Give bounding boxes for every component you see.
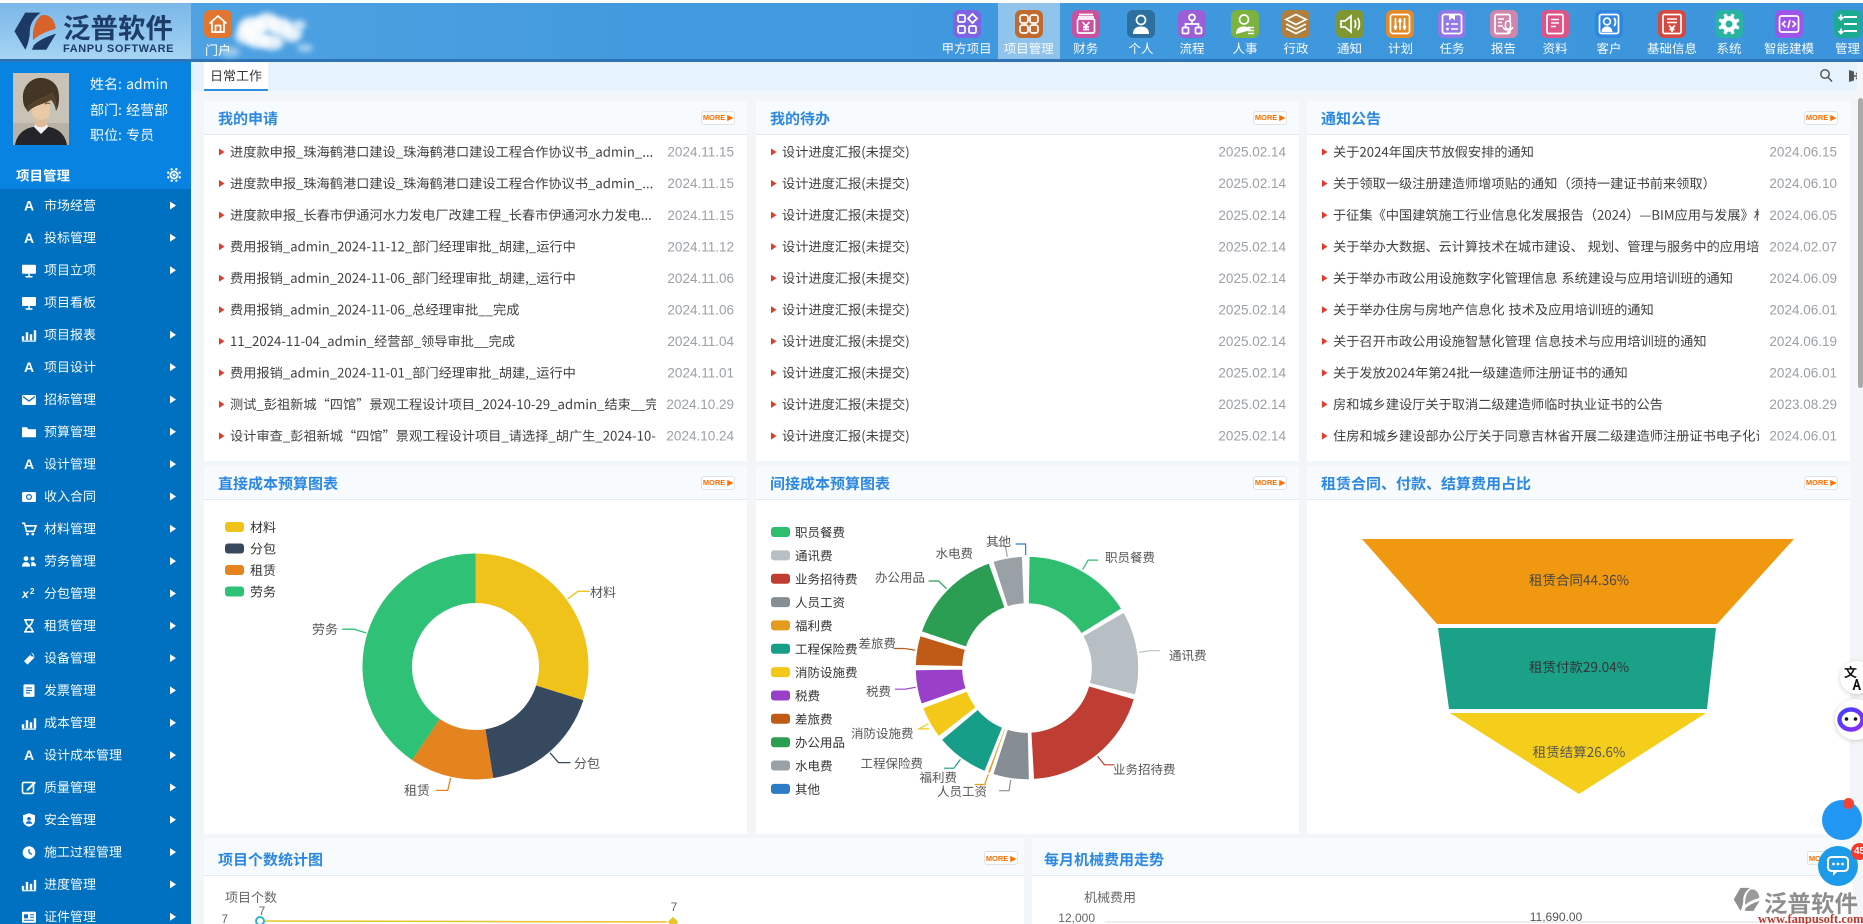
svg-text:7: 7: [259, 904, 266, 918]
svg-text:2024.02.07: 2024.02.07: [1769, 239, 1837, 254]
svg-text:2025.02.14: 2025.02.14: [1218, 208, 1286, 223]
svg-text:12,000: 12,000: [1058, 911, 1095, 924]
svg-text:A: A: [24, 359, 34, 375]
svg-text:2025.02.14: 2025.02.14: [1218, 145, 1286, 160]
svg-text:A: A: [24, 198, 34, 214]
svg-text:2025.02.14: 2025.02.14: [1218, 397, 1286, 412]
svg-text:2024.11.06: 2024.11.06: [667, 302, 734, 317]
svg-text:2024.06.10: 2024.06.10: [1769, 176, 1837, 191]
svg-text:7: 7: [221, 912, 228, 924]
svg-text:2024.06.01: 2024.06.01: [1769, 429, 1837, 444]
svg-text:2024.06.19: 2024.06.19: [1769, 334, 1837, 349]
svg-text:2025.02.14: 2025.02.14: [1218, 271, 1286, 286]
svg-text:2024.10.29: 2024.10.29: [666, 397, 734, 412]
svg-text:2025.02.14: 2025.02.14: [1218, 176, 1286, 191]
svg-text:2024.06.09: 2024.06.09: [1769, 271, 1837, 286]
svg-text:2025.02.14: 2025.02.14: [1218, 334, 1286, 349]
svg-text:2023.08.29: 2023.08.29: [1769, 397, 1837, 412]
svg-text:2024.06.01: 2024.06.01: [1769, 302, 1837, 317]
svg-text:2024.11.01: 2024.11.01: [667, 366, 734, 381]
svg-text:2024.06.15: 2024.06.15: [1769, 145, 1837, 160]
svg-text:2024.11.06: 2024.11.06: [667, 271, 734, 286]
svg-text:2024.11.15: 2024.11.15: [667, 145, 734, 160]
svg-text:2024.06.05: 2024.06.05: [1769, 208, 1837, 223]
svg-text:A: A: [24, 230, 34, 246]
svg-text:2024.11.15: 2024.11.15: [667, 176, 734, 191]
svg-text:2024.06.01: 2024.06.01: [1769, 366, 1837, 381]
svg-text:2024.11.04: 2024.11.04: [667, 334, 734, 349]
svg-text:A: A: [24, 747, 34, 763]
svg-text:x: x: [21, 587, 30, 601]
svg-text:2024.10.24: 2024.10.24: [666, 429, 734, 444]
svg-text:2: 2: [30, 587, 35, 596]
svg-text:2025.02.14: 2025.02.14: [1218, 429, 1286, 444]
svg-text:7: 7: [671, 900, 678, 914]
svg-text:2025.02.14: 2025.02.14: [1218, 239, 1286, 254]
svg-text:2025.02.14: 2025.02.14: [1218, 366, 1286, 381]
svg-text:A: A: [24, 456, 34, 472]
svg-text:2024.11.12: 2024.11.12: [667, 239, 734, 254]
svg-text:2024.11.15: 2024.11.15: [667, 208, 734, 223]
svg-text:2025.02.14: 2025.02.14: [1218, 302, 1286, 317]
